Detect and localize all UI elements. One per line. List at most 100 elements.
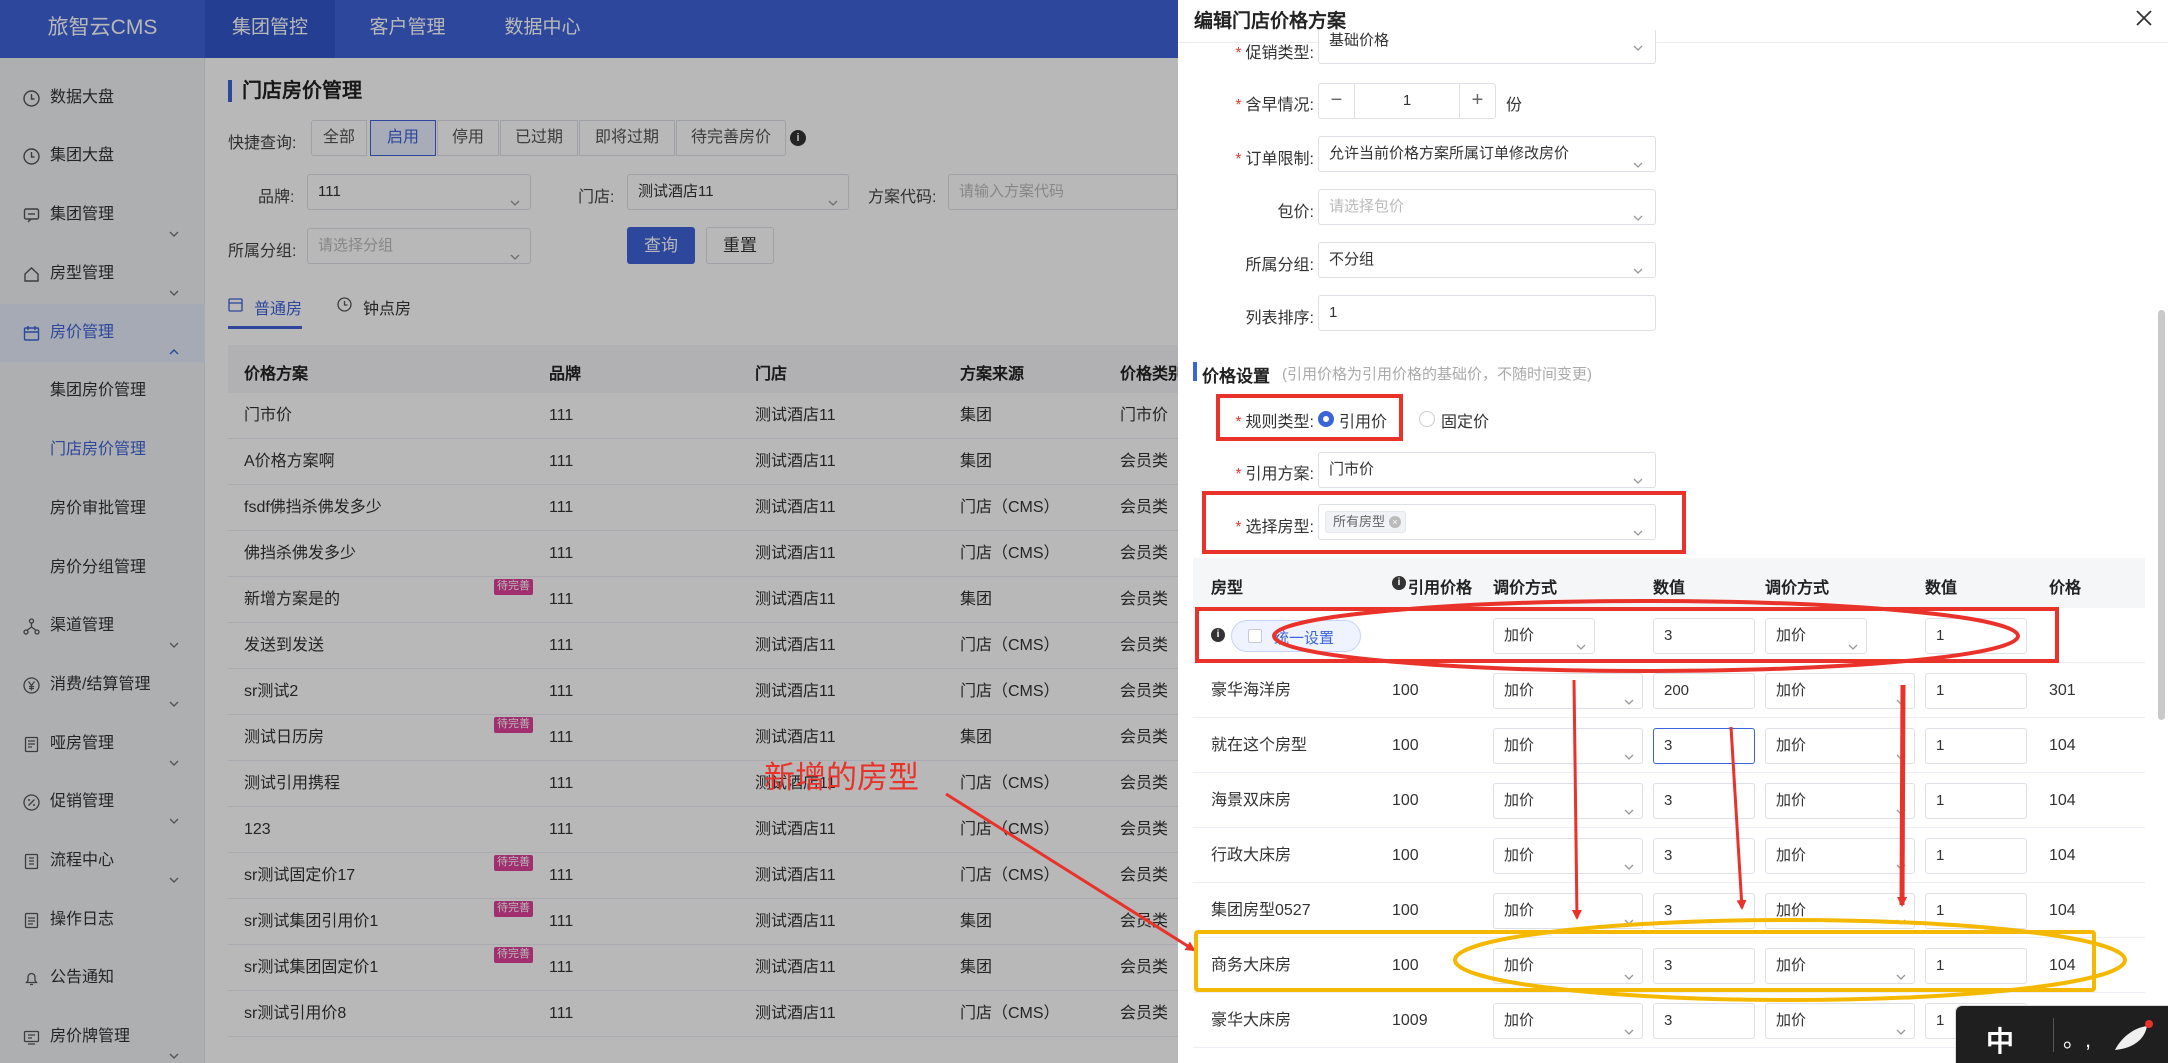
adjust-method-select[interactable]: 加价 (1493, 783, 1643, 819)
adjust-value-input[interactable]: 1 (1925, 728, 2027, 764)
cell-room: 豪华海洋房 (1211, 682, 1292, 699)
chevron-down-icon (1624, 1016, 1634, 1035)
cell-ref-price: 100 (1392, 682, 1419, 699)
col-header-price: 价格 (2049, 580, 2082, 597)
breakfast-label: * 含早情况: (1235, 97, 1314, 114)
sort-input[interactable]: 1 (1318, 295, 1656, 331)
rule-type-label: * 规则类型: (1235, 414, 1314, 431)
adjust-method-select[interactable]: 加价 (1765, 783, 1915, 819)
adjust-method-select[interactable]: 加价 (1765, 673, 1915, 709)
cell-price: 104 (2049, 737, 2076, 754)
col-header-value-2: 数值 (1925, 580, 1958, 597)
adjust-method-select[interactable]: 加价 (1493, 1003, 1643, 1039)
cell-price: 104 (2049, 792, 2076, 809)
chevron-down-icon (1896, 1016, 1906, 1035)
close-icon[interactable]: × (1389, 516, 1402, 528)
adjust-value-input[interactable]: 3 (1653, 728, 1755, 764)
cell-price: 301 (2049, 682, 2076, 699)
col-header-adjust-2: 调价方式 (1765, 580, 1830, 597)
checkbox-icon[interactable] (1248, 629, 1262, 643)
ref-plan-select[interactable]: 门市价 (1318, 452, 1656, 488)
chevron-down-icon (1633, 38, 1643, 60)
breakfast-value[interactable]: 1 (1355, 84, 1459, 118)
annotation-new-room-text: 新增的房型 (764, 760, 919, 795)
minus-button[interactable]: − (1319, 84, 1355, 118)
adjust-method-select[interactable]: 加价 (1493, 948, 1643, 984)
adjust-method-select[interactable]: 加价 (1765, 1003, 1915, 1039)
cell-room: 海景双床房 (1211, 792, 1292, 809)
price-row: 海景双床房 100 加价 3 加价 1 104 (1193, 773, 2145, 828)
breakfast-stepper[interactable]: − 1 + (1318, 83, 1496, 119)
price-row: 行政大床房 100 加价 3 加价 1 104 (1193, 828, 2145, 883)
chevron-down-icon (1624, 796, 1634, 815)
info-icon[interactable]: i (1392, 576, 1406, 590)
promo-type-select[interactable]: 基础价格 (1318, 30, 1656, 64)
adjust-value-input[interactable]: 3 (1653, 948, 1755, 984)
adjust-value-input[interactable]: 3 (1653, 1003, 1755, 1039)
chevron-down-icon (1633, 149, 1643, 183)
promo-type-label: * 促销类型: (1235, 45, 1314, 61)
cell-room: 就在这个房型 (1211, 737, 1308, 754)
ime-punct-button[interactable]: 。, (2052, 1022, 2102, 1054)
sort-label: 列表排序: (1245, 310, 1314, 327)
chevron-down-icon (1896, 906, 1906, 925)
adjust-value-input[interactable]: 200 (1653, 673, 1755, 709)
adjust-value-input[interactable]: 3 (1653, 618, 1755, 654)
section-marker (1193, 362, 1197, 381)
chevron-down-icon (1633, 465, 1643, 499)
ime-mode-button[interactable]: 中 (1986, 1020, 2014, 1060)
close-icon[interactable] (2130, 4, 2158, 32)
adjust-value-input[interactable]: 1 (1925, 673, 2027, 709)
modal-mask (0, 0, 1180, 58)
unify-setting-toggle[interactable]: 统一设置 (1231, 620, 1361, 652)
unify-row: i 统一设置 加价 3 加价 1 (1193, 608, 2145, 663)
adjust-value-input[interactable]: 1 (1925, 618, 2027, 654)
package-select[interactable]: 请选择包价 (1318, 189, 1656, 225)
adjust-method-select[interactable]: 加价 (1765, 838, 1915, 874)
scrollbar-thumb[interactable] (2158, 310, 2165, 720)
cell-room: 行政大床房 (1211, 847, 1292, 864)
breakfast-unit: 份 (1506, 97, 1523, 114)
cell-ref-price: 100 (1392, 902, 1419, 919)
modal-mask (0, 58, 205, 1063)
info-icon[interactable]: i (1211, 628, 1225, 642)
adjust-value-input[interactable]: 1 (1925, 783, 2027, 819)
adjust-method-select[interactable]: 加价 (1493, 618, 1595, 654)
adjust-method-select[interactable]: 加价 (1765, 728, 1915, 764)
col-header-room: 房型 (1211, 580, 1244, 597)
adjust-value-input[interactable]: 1 (1925, 893, 2027, 929)
cell-room: 集团房型0527 (1211, 902, 1311, 919)
adjust-method-select[interactable]: 加价 (1765, 893, 1915, 929)
adjust-method-select[interactable]: 加价 (1493, 673, 1643, 709)
price-row: 商务大床房 100 加价 3 加价 1 104 (1193, 938, 2145, 993)
chevron-down-icon (1576, 631, 1586, 650)
ref-plan-label: * 引用方案: (1235, 466, 1314, 483)
cell-room: 豪华大床房 (1211, 1012, 1292, 1029)
cell-price: 104 (2049, 902, 2076, 919)
section-hint: (引用价格为引用价格的基础价，不随时间变更) (1282, 366, 1592, 383)
adjust-value-input[interactable]: 1 (1925, 838, 2027, 874)
cell-ref-price: 100 (1392, 957, 1419, 974)
modal-mask[interactable] (205, 58, 1180, 1063)
cell-ref-price: 1009 (1392, 1012, 1428, 1029)
ime-skin-icon[interactable] (2111, 1018, 2155, 1052)
adjust-value-input[interactable]: 3 (1653, 838, 1755, 874)
adjust-method-select[interactable]: 加价 (1493, 838, 1643, 874)
radio-checked-icon (1318, 411, 1334, 427)
plus-button[interactable]: + (1459, 84, 1495, 118)
room-type-label: * 选择房型: (1235, 519, 1314, 536)
cell-room: 商务大床房 (1211, 957, 1292, 974)
adjust-method-select[interactable]: 加价 (1493, 728, 1643, 764)
adjust-value-input[interactable]: 1 (1925, 948, 2027, 984)
adjust-value-input[interactable]: 3 (1653, 893, 1755, 929)
drawer-group-select[interactable]: 不分组 (1318, 242, 1656, 278)
order-limit-select[interactable]: 允许当前价格方案所属订单修改房价 (1318, 136, 1656, 172)
adjust-method-select[interactable]: 加价 (1493, 893, 1643, 929)
price-row: 豪华海洋房 100 加价 200 加价 1 301 (1193, 663, 2145, 718)
adjust-value-input[interactable]: 3 (1653, 783, 1755, 819)
room-type-select[interactable]: 所有房型 × (1318, 504, 1656, 540)
adjust-method-select[interactable]: 加价 (1765, 948, 1915, 984)
drawer-title: 编辑门店价格方案 (1194, 11, 1347, 32)
chevron-down-icon (1624, 686, 1634, 705)
adjust-method-select[interactable]: 加价 (1765, 618, 1867, 654)
